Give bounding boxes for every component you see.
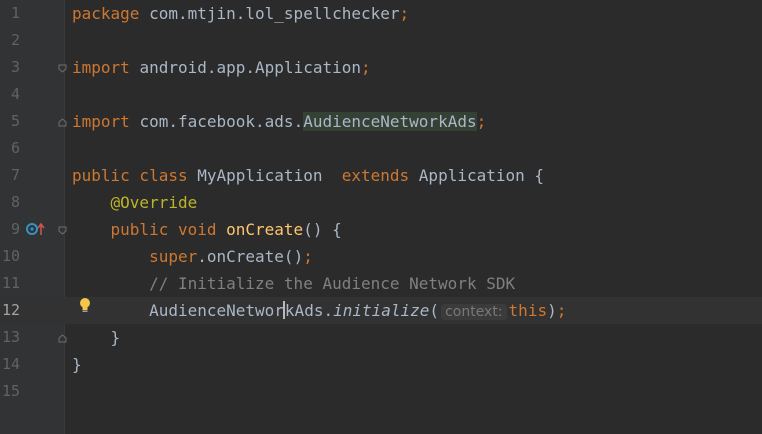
code-token: onCreate — [226, 220, 304, 239]
code-text: package com.mtjin.lol_spellchecker; — [72, 0, 409, 27]
code-text: } — [72, 351, 82, 378]
code-token: com.mtjin.lol_spellchecker — [149, 4, 400, 23]
line-number: 11 — [1, 274, 20, 292]
code-token: ; — [361, 58, 371, 77]
code-token: extends — [341, 166, 419, 185]
override-method-icon[interactable] — [26, 221, 46, 237]
line-number: 10 — [1, 247, 20, 265]
code-text: // Initialize the Audience Network SDK — [72, 270, 515, 297]
code-text: @Override — [72, 189, 198, 216]
code-token: import — [72, 58, 140, 77]
code-token: ; — [399, 4, 410, 23]
line-number: 4 — [10, 85, 20, 103]
code-token: } — [72, 328, 121, 347]
code-token: ) — [547, 301, 557, 320]
code-line[interactable]: 11 // Initialize the Audience Network SD… — [0, 270, 762, 297]
code-token: package — [72, 4, 150, 23]
line-number: 2 — [10, 31, 20, 49]
code-token: .onCreate() — [197, 247, 304, 266]
code-token: MyApplication — [197, 166, 342, 185]
code-token: } — [72, 355, 82, 374]
code-token: public void — [110, 220, 227, 239]
code-line[interactable]: 10 super.onCreate(); — [0, 243, 762, 270]
line-number: 12 — [1, 301, 20, 319]
code-line[interactable]: 5 import com.facebook.ads.AudienceNetwork… — [0, 108, 762, 135]
code-token: AudienceNetworkAds — [303, 112, 477, 131]
code-line[interactable]: 9 public void onCreate() { — [0, 216, 762, 243]
code-token: ; — [303, 247, 313, 266]
code-line[interactable]: 7 public class MyApplication extends Appl… — [0, 162, 762, 189]
code-text: } — [72, 324, 121, 351]
code-line[interactable]: 8 @Override — [0, 189, 762, 216]
code-token: // Initialize the Audience Network SDK — [149, 274, 516, 293]
code-token: public class — [72, 166, 198, 185]
code-token: com.facebook.ads. — [139, 112, 304, 131]
code-token: initialize — [333, 301, 430, 320]
code-line[interactable]: 12 AudienceNetworkAds.initialize(context… — [0, 297, 762, 324]
line-number: 5 — [10, 112, 20, 130]
code-line[interactable]: 13 } — [0, 324, 762, 351]
line-number: 7 — [10, 166, 20, 184]
code-text: public class MyApplication extends Appli… — [72, 162, 544, 189]
line-number: 3 — [10, 58, 20, 76]
code-text: public void onCreate() { — [72, 216, 342, 243]
code-token: android.app.Application — [139, 58, 361, 77]
code-text: super.onCreate(); — [72, 243, 313, 270]
code-token: super — [149, 247, 198, 266]
code-token: ; — [476, 112, 487, 131]
code-line[interactable]: 14} — [0, 351, 762, 378]
code-text: import com.facebook.ads.AudienceNetworkA… — [72, 108, 486, 135]
code-token: import — [72, 112, 140, 131]
fold-marker-icon[interactable] — [58, 118, 67, 127]
code-line[interactable]: 1 package com.mtjin.lol_spellchecker; — [0, 0, 762, 27]
code-token: () { — [303, 220, 342, 239]
line-number: 15 — [1, 382, 20, 400]
code-line[interactable]: 6 — [0, 135, 762, 162]
code-token: this — [508, 301, 548, 320]
fold-marker-icon[interactable] — [58, 226, 67, 235]
line-number: 13 — [1, 328, 20, 346]
fold-marker-icon[interactable] — [58, 64, 67, 73]
code-token: AudienceNetwor — [149, 301, 284, 320]
code-line[interactable]: 2 — [0, 27, 762, 54]
code-token: ; — [556, 301, 567, 320]
code-token: kAds. — [284, 301, 334, 320]
code-line[interactable]: 3 import android.app.Application; — [0, 54, 762, 81]
code-text: AudienceNetworkAds.initialize(context: th… — [72, 297, 566, 326]
code-text: import android.app.Application; — [72, 54, 371, 81]
code-token: ( — [429, 301, 440, 320]
code-token: @Override — [110, 193, 198, 212]
code-line[interactable]: 15 — [0, 378, 762, 405]
parameter-hint: context: — [441, 304, 507, 320]
line-number: 1 — [10, 4, 20, 22]
line-number: 8 — [10, 193, 20, 211]
code-token: Application { — [418, 166, 545, 185]
line-number: 6 — [10, 139, 20, 157]
line-number: 14 — [1, 355, 20, 373]
line-number: 9 — [10, 220, 20, 238]
code-line[interactable]: 4 — [0, 81, 762, 108]
fold-marker-icon[interactable] — [58, 334, 67, 343]
lightbulb-icon[interactable] — [78, 297, 92, 314]
